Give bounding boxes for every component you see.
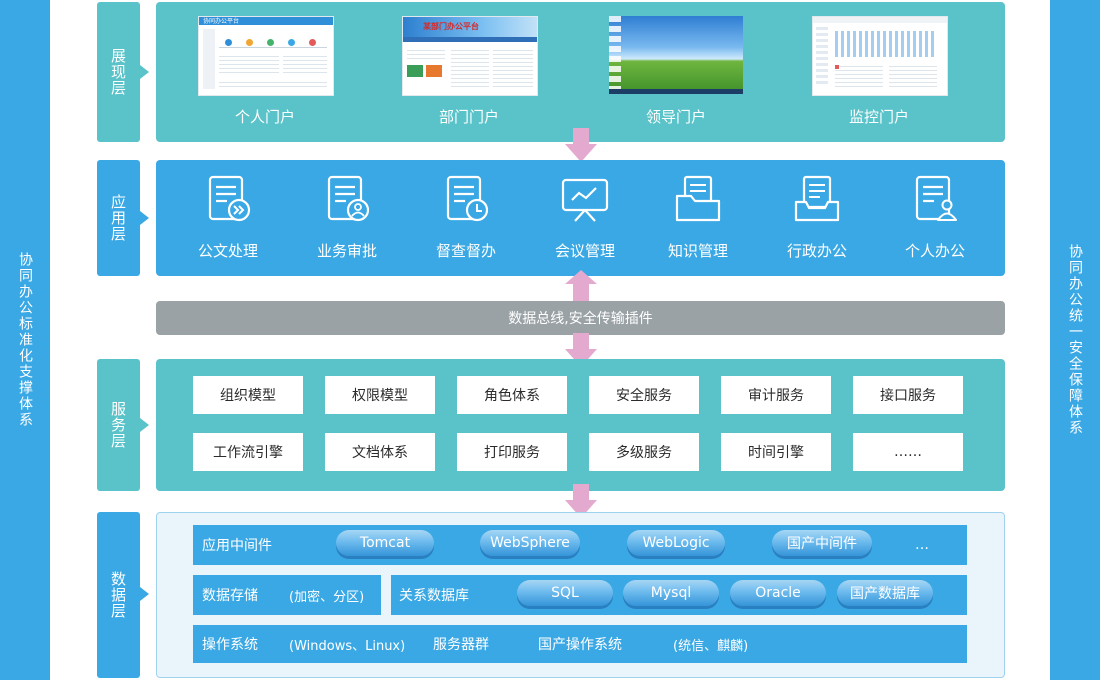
os-note: (Windows、Linux) <box>289 638 406 654</box>
storage-note: (加密、分区) <box>289 589 365 605</box>
service-item[interactable]: 时间引擎 <box>721 433 831 471</box>
presentation-board-icon <box>561 178 609 222</box>
server-cluster-label: 服务器群 <box>433 637 489 653</box>
application-layer-text: 应用层 <box>109 194 127 242</box>
storage-label: 数据存储 <box>202 588 258 604</box>
middleware-pill[interactable]: WebLogic <box>627 530 725 556</box>
middleware-row: 应用中间件 Tomcat WebSphere WebLogic 国产中间件 … <box>193 525 967 565</box>
service-item[interactable]: 组织模型 <box>193 376 303 414</box>
database-pill[interactable]: Mysql <box>623 580 719 606</box>
presentation-panel: 协同办公平台 个人门户 某部门办公平台 部门门户 领导门户 监控门户 <box>156 2 1005 142</box>
domestic-os-label: 国产操作系统 <box>538 637 622 653</box>
monitoring-portal-screenshot[interactable] <box>812 16 948 96</box>
document-user-icon <box>327 175 370 222</box>
app-label: 知识管理 <box>667 242 728 260</box>
app-knowledge-management[interactable]: 知识管理 <box>646 174 750 261</box>
middleware-more: … <box>915 537 929 553</box>
desktop-icons-mock <box>609 16 621 94</box>
middleware-pill[interactable]: 国产中间件 <box>772 530 872 556</box>
app-administration[interactable]: 行政办公 <box>765 174 869 261</box>
taskbar-mock <box>609 89 743 94</box>
service-item[interactable]: 安全服务 <box>589 376 699 414</box>
database-pill[interactable]: SQL <box>517 580 613 606</box>
app-label: 会议管理 <box>554 242 615 260</box>
os-row: 操作系统 (Windows、Linux) 服务器群 国产操作系统 (统信、麒麟) <box>193 625 967 663</box>
portal-banner: 某部门办公平台 <box>403 17 537 37</box>
inbox-tray-icon <box>794 175 840 222</box>
domestic-os-note: (统信、麒麟) <box>673 638 749 654</box>
app-label: 业务审批 <box>316 242 377 260</box>
app-label: 个人办公 <box>904 242 965 260</box>
data-pointer <box>140 587 149 601</box>
service-layer-text: 服务层 <box>109 401 127 449</box>
os-label: 操作系统 <box>202 637 258 653</box>
app-supervision[interactable]: 督查督办 <box>414 174 518 261</box>
presentation-layer-label: 展现层 <box>97 2 140 142</box>
data-layer-text: 数据层 <box>109 571 127 619</box>
document-clock-icon <box>446 175 489 222</box>
presentation-layer-text: 展现层 <box>109 48 127 96</box>
app-meeting-management[interactable]: 会议管理 <box>533 174 637 261</box>
database-pill[interactable]: 国产数据库 <box>837 580 933 606</box>
service-item[interactable]: 接口服务 <box>853 376 963 414</box>
app-official-documents[interactable]: 公文处理 <box>176 174 280 261</box>
personal-portal-screenshot[interactable]: 协同办公平台 <box>198 16 334 96</box>
monitoring-portal-label: 监控门户 <box>848 108 909 126</box>
service-item[interactable]: 打印服务 <box>457 433 567 471</box>
storage-row: 数据存储 (加密、分区) <box>193 575 381 615</box>
middleware-pill[interactable]: Tomcat <box>336 530 434 556</box>
department-portal-screenshot[interactable]: 某部门办公平台 <box>402 16 538 96</box>
app-business-approval[interactable]: 业务审批 <box>295 174 399 261</box>
personal-portal-label: 个人门户 <box>234 108 295 126</box>
down-arrow-1 <box>565 128 597 162</box>
database-pill[interactable]: Oracle <box>730 580 826 606</box>
bar-chart-mock <box>835 31 935 57</box>
data-bus-bar: 数据总线,安全传输插件 <box>156 301 1005 335</box>
service-item[interactable]: 多级服务 <box>589 433 699 471</box>
presentation-pointer <box>140 65 149 79</box>
rdb-label: 关系数据库 <box>399 588 469 604</box>
service-item[interactable]: 角色体系 <box>457 376 567 414</box>
service-item[interactable]: 工作流引擎 <box>193 433 303 471</box>
app-label: 行政办公 <box>786 242 847 260</box>
service-item[interactable]: …… <box>853 433 963 471</box>
app-personal-office[interactable]: 个人办公 <box>883 174 987 261</box>
data-layer-label: 数据层 <box>97 512 140 678</box>
right-security-label: 协同办公统一安全保障体系 <box>1067 244 1083 436</box>
portal-header-bar: 协同办公平台 <box>199 17 333 25</box>
service-item[interactable]: 审计服务 <box>721 376 831 414</box>
leader-portal-label: 领导门户 <box>645 108 706 126</box>
document-person-icon <box>915 175 957 221</box>
left-support-label: 协同办公标准化支撑体系 <box>17 252 33 428</box>
service-pointer <box>140 418 149 432</box>
right-security-bar: 协同办公统一安全保障体系 <box>1050 0 1100 680</box>
middleware-label: 应用中间件 <box>202 538 272 554</box>
app-label: 公文处理 <box>197 242 258 260</box>
service-item[interactable]: 权限模型 <box>325 376 435 414</box>
left-support-bar: 协同办公标准化支撑体系 <box>0 0 50 680</box>
app-label: 督查督办 <box>435 242 496 260</box>
document-forward-icon <box>208 175 251 222</box>
folder-document-icon <box>675 175 721 222</box>
application-pointer <box>140 211 149 225</box>
portal-screen-title: 协同办公平台 <box>203 18 240 25</box>
bidirectional-arrow-1 <box>565 270 597 304</box>
leader-portal-screenshot[interactable] <box>609 16 743 94</box>
portal-sidebar-mock <box>203 29 215 89</box>
service-item[interactable]: 文档体系 <box>325 433 435 471</box>
rdb-row: 关系数据库 SQL Mysql Oracle 国产数据库 <box>391 575 967 615</box>
application-panel: 公文处理 业务审批 督查督办 会议管理 知识管理 行政办公 个人办公 <box>156 160 1005 276</box>
portal-banner-title: 某部门办公平台 <box>423 22 479 31</box>
application-layer-label: 应用层 <box>97 160 140 276</box>
middleware-pill[interactable]: WebSphere <box>480 530 580 556</box>
service-panel: 组织模型 权限模型 角色体系 安全服务 审计服务 接口服务 工作流引擎 文档体系… <box>156 359 1005 491</box>
data-bus-label: 数据总线,安全传输插件 <box>508 311 653 327</box>
service-layer-label: 服务层 <box>97 359 140 491</box>
department-portal-label: 部门门户 <box>438 108 499 126</box>
